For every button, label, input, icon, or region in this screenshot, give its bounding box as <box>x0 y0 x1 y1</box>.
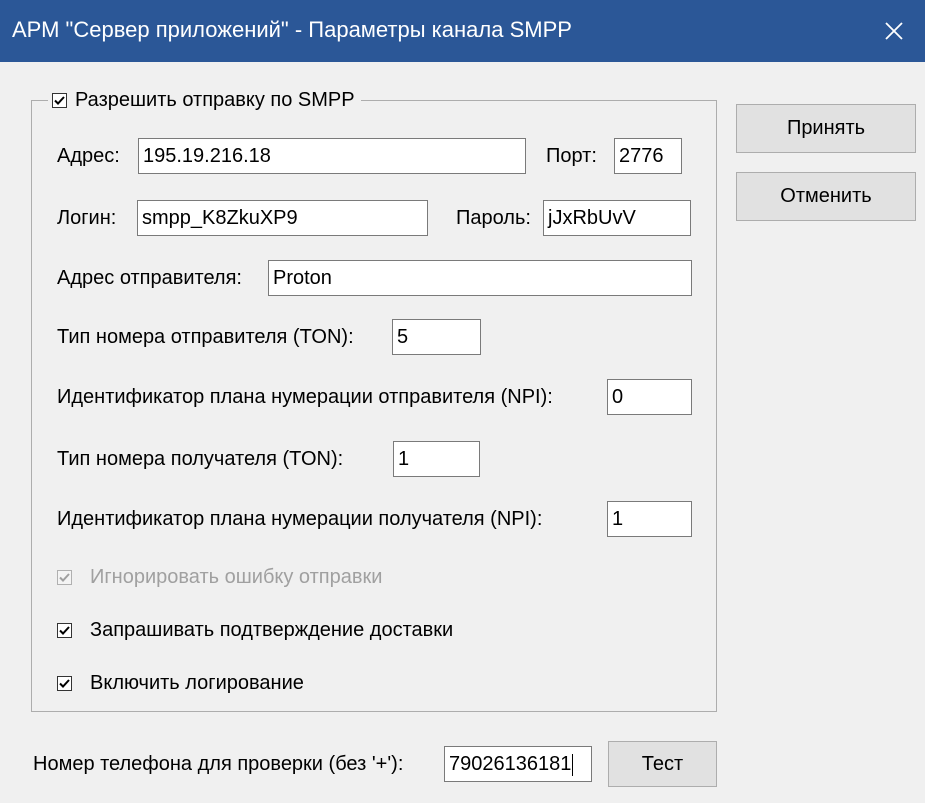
ignore-error-label: Игнорировать ошибку отправки <box>90 565 383 588</box>
sender-address-input[interactable]: Proton <box>268 260 692 296</box>
test-phone-value: 79026136181 <box>449 753 572 775</box>
login-label: Логин: <box>57 207 117 229</box>
close-icon <box>885 22 903 40</box>
recipient-ton-input[interactable]: 1 <box>393 441 480 477</box>
address-input[interactable]: 195.19.216.18 <box>138 138 526 174</box>
recipient-ton-label: Тип номера получателя (TON): <box>57 448 344 470</box>
checkmark-icon <box>59 678 70 688</box>
sender-ton-label: Тип номера отправителя (TON): <box>57 326 354 348</box>
logging-label: Включить логирование <box>90 671 304 694</box>
port-label: Порт: <box>546 145 597 167</box>
port-input[interactable]: 2776 <box>614 138 682 174</box>
sender-npi-label: Идентификатор плана нумерации отправител… <box>57 386 553 408</box>
dialog-body: Разрешить отправку по SMPP Адрес: 195.19… <box>0 62 925 803</box>
enable-smpp-label: Разрешить отправку по SMPP <box>75 88 355 111</box>
ignore-error-checkbox-row: Игнорировать ошибку отправки <box>57 564 382 590</box>
ignore-error-checkbox <box>57 569 72 585</box>
sender-address-label: Адрес отправителя: <box>57 267 242 289</box>
logging-checkbox-row[interactable]: Включить логирование <box>57 670 304 696</box>
recipient-npi-input[interactable]: 1 <box>607 501 692 537</box>
password-input[interactable]: jJxRbUvV <box>543 200 691 236</box>
test-phone-input[interactable]: 79026136181 <box>444 746 592 782</box>
login-input[interactable]: smpp_K8ZkuXP9 <box>137 200 428 236</box>
checkmark-icon <box>54 95 65 105</box>
password-label: Пароль: <box>456 207 531 229</box>
accept-button[interactable]: Принять <box>736 104 916 153</box>
text-caret <box>572 753 574 776</box>
window-title: АРМ "Сервер приложений" - Параметры кана… <box>12 17 572 42</box>
enable-smpp-checkbox[interactable] <box>52 92 67 108</box>
delivery-confirm-checkbox[interactable] <box>57 622 72 638</box>
cancel-button[interactable]: Отменить <box>736 172 916 221</box>
logging-checkbox[interactable] <box>57 675 72 691</box>
checkmark-icon <box>59 625 70 635</box>
delivery-confirm-label: Запрашивать подтверждение доставки <box>90 618 454 641</box>
delivery-confirm-checkbox-row[interactable]: Запрашивать подтверждение доставки <box>57 617 453 643</box>
sender-ton-input[interactable]: 5 <box>392 319 481 355</box>
sender-npi-input[interactable]: 0 <box>607 379 692 415</box>
recipient-npi-label: Идентификатор плана нумерации получателя… <box>57 508 543 530</box>
title-bar: АРМ "Сервер приложений" - Параметры кана… <box>0 0 925 62</box>
checkmark-icon <box>59 572 70 582</box>
enable-smpp-checkbox-row[interactable]: Разрешить отправку по SMPP <box>48 88 361 112</box>
test-phone-label: Номер телефона для проверки (без '+'): <box>33 753 404 775</box>
test-button[interactable]: Тест <box>608 741 717 787</box>
address-label: Адрес: <box>57 145 120 167</box>
close-button[interactable] <box>863 0 925 62</box>
